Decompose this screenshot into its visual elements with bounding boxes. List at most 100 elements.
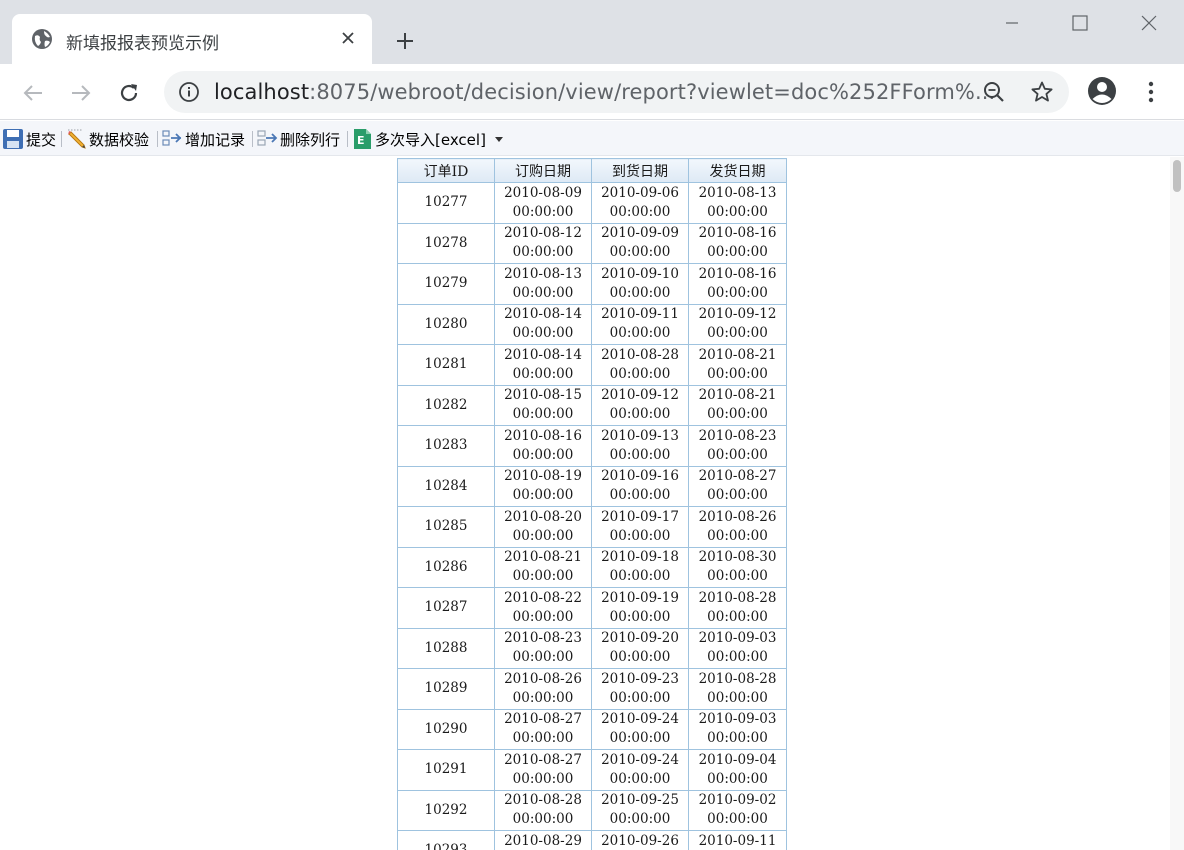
cell-arrival-date[interactable]: 2010-08-28 00:00:00: [591, 344, 689, 386]
cell-order-id[interactable]: 10286: [397, 546, 495, 588]
cell-order-id[interactable]: 10280: [397, 303, 495, 345]
cell-order-date[interactable]: 2010-08-22 00:00:00: [494, 587, 592, 629]
zoom-icon[interactable]: [982, 80, 1006, 104]
more-vert-icon[interactable]: [1140, 78, 1162, 106]
address-bar[interactable]: localhost:8075/webroot/decision/view/rep…: [164, 71, 1069, 113]
cell-order-id[interactable]: 10283: [397, 425, 495, 467]
cell-order-date[interactable]: 2010-08-21 00:00:00: [494, 546, 592, 588]
cell-arrival-date[interactable]: 2010-09-06 00:00:00: [591, 182, 689, 224]
cell-ship-date[interactable]: 2010-08-23 00:00:00: [688, 425, 787, 467]
cell-order-id[interactable]: 10285: [397, 506, 495, 548]
cell-order-id[interactable]: 10284: [397, 465, 495, 507]
cell-ship-date[interactable]: 2010-09-03 00:00:00: [688, 708, 787, 750]
cell-ship-date[interactable]: 2010-08-21 00:00:00: [688, 384, 787, 426]
back-arrow-icon[interactable]: [18, 78, 48, 108]
cell-ship-date[interactable]: 2010-08-28 00:00:00: [688, 668, 787, 710]
table-row: 10291 2010-08-27 00:00:00 2010-09-24 00:00:0…: [397, 749, 787, 791]
cell-order-id[interactable]: 10281: [397, 344, 495, 386]
profile-icon[interactable]: [1087, 76, 1117, 106]
cell-arrival-date[interactable]: 2010-09-23 00:00:00: [591, 668, 689, 710]
cell-time: 00:00:00: [609, 811, 671, 828]
star-icon[interactable]: [1030, 80, 1054, 104]
plus-icon[interactable]: [392, 28, 418, 54]
cell-ship-date[interactable]: 2010-08-13 00:00:00: [688, 182, 787, 224]
close-icon[interactable]: [337, 27, 359, 49]
cell-arrival-date[interactable]: 2010-09-11 00:00:00: [591, 303, 689, 345]
cell-arrival-date[interactable]: 2010-09-09 00:00:00: [591, 222, 689, 264]
cell-order-id[interactable]: 10293: [397, 830, 495, 850]
cell-order-date[interactable]: 2010-08-19 00:00:00: [494, 465, 592, 507]
cell-ship-date[interactable]: 2010-09-12 00:00:00: [688, 303, 787, 345]
cell-order-date[interactable]: 2010-08-09 00:00:00: [494, 182, 592, 224]
verify-button[interactable]: 数据校验: [65, 128, 149, 150]
table-row: 10283 2010-08-16 00:00:00 2010-09-13 00:00:0…: [397, 425, 787, 467]
cell-ship-date[interactable]: 2010-09-02 00:00:00: [688, 789, 787, 831]
cell-order-id[interactable]: 10290: [397, 708, 495, 750]
cell-ship-date[interactable]: 2010-08-21 00:00:00: [688, 344, 787, 386]
cell-order-date[interactable]: 2010-08-27 00:00:00: [494, 749, 592, 791]
cell-arrival-date[interactable]: 2010-09-20 00:00:00: [591, 627, 689, 669]
cell-order-date[interactable]: 2010-08-27 00:00:00: [494, 708, 592, 750]
submit-button[interactable]: 提交: [2, 128, 56, 150]
cell-order-date[interactable]: 2010-08-14 00:00:00: [494, 303, 592, 345]
add-record-button[interactable]: 增加记录: [161, 128, 245, 150]
cell-order-id[interactable]: 10291: [397, 749, 495, 791]
window-close-icon[interactable]: [1131, 8, 1167, 38]
cell-order-date[interactable]: 2010-08-16 00:00:00: [494, 425, 592, 467]
cell-ship-date[interactable]: 2010-08-16 00:00:00: [688, 263, 787, 305]
url-text[interactable]: localhost:8075/webroot/decision/view/rep…: [214, 80, 995, 104]
cell-order-id[interactable]: 10282: [397, 384, 495, 426]
cell-order-date[interactable]: 2010-08-26 00:00:00: [494, 668, 592, 710]
cell-ship-date[interactable]: 2010-08-16 00:00:00: [688, 222, 787, 264]
cell-ship-date[interactable]: 2010-08-30 00:00:00: [688, 546, 787, 588]
cell-ship-date[interactable]: 2010-08-27 00:00:00: [688, 465, 787, 507]
maximize-icon[interactable]: [1062, 8, 1098, 38]
cell-ship-date[interactable]: 2010-09-04 00:00:00: [688, 749, 787, 791]
cell-arrival-date[interactable]: 2010-09-13 00:00:00: [591, 425, 689, 467]
cell-order-id[interactable]: 10287: [397, 587, 495, 629]
cell-order-id[interactable]: 10288: [397, 627, 495, 669]
cell-order-date[interactable]: 2010-08-23 00:00:00: [494, 627, 592, 669]
vertical-scrollbar[interactable]: [1170, 157, 1184, 850]
delete-row-button[interactable]: 删除列行: [256, 128, 340, 150]
cell-date: 2010-08-28: [698, 589, 777, 606]
cell-arrival-date[interactable]: 2010-09-12 00:00:00: [591, 384, 689, 426]
cell-arrival-date[interactable]: 2010-09-16 00:00:00: [591, 465, 689, 507]
cell-ship-date[interactable]: 2010-09-1100:00:00: [688, 830, 787, 850]
cell-order-id[interactable]: 10278: [397, 222, 495, 264]
cell-date: 2010-09-16: [601, 468, 679, 485]
cell-order-date[interactable]: 2010-08-12 00:00:00: [494, 222, 592, 264]
cell-order-id[interactable]: 10289: [397, 668, 495, 710]
cell-time: 00:00:00: [609, 284, 671, 301]
import-excel-button[interactable]: E 多次导入[excel]: [351, 128, 508, 150]
dropdown-arrow-icon[interactable]: [492, 132, 506, 146]
cell-order-id[interactable]: 10279: [397, 263, 495, 305]
reload-icon[interactable]: [114, 78, 144, 108]
cell-arrival-date[interactable]: 2010-09-24 00:00:00: [591, 749, 689, 791]
cell-arrival-date[interactable]: 2010-09-2600:00:00: [591, 830, 689, 850]
minimize-icon[interactable]: [994, 8, 1030, 38]
cell-order-id[interactable]: 10277: [397, 182, 495, 224]
cell-arrival-date[interactable]: 2010-09-18 00:00:00: [591, 546, 689, 588]
cell-order-date[interactable]: 2010-08-13 00:00:00: [494, 263, 592, 305]
cell-order-date[interactable]: 2010-08-28 00:00:00: [494, 789, 592, 831]
cell-order-date[interactable]: 2010-08-2900:00:00: [494, 830, 592, 850]
cell-time: 00:00:00: [707, 568, 768, 585]
info-icon[interactable]: [178, 81, 200, 103]
cell-order-id[interactable]: 10292: [397, 789, 495, 831]
browser-tab[interactable]: 新填报报表预览示例: [12, 14, 372, 64]
cell-arrival-date[interactable]: 2010-09-24 00:00:00: [591, 708, 689, 750]
cell-date: 2010-09-26: [601, 832, 679, 849]
forward-arrow-icon[interactable]: [66, 78, 96, 108]
cell-arrival-date[interactable]: 2010-09-25 00:00:00: [591, 789, 689, 831]
cell-arrival-date[interactable]: 2010-09-10 00:00:00: [591, 263, 689, 305]
cell-arrival-date[interactable]: 2010-09-19 00:00:00: [591, 587, 689, 629]
cell-order-date[interactable]: 2010-08-14 00:00:00: [494, 344, 592, 386]
scrollbar-thumb[interactable]: [1173, 160, 1181, 192]
cell-ship-date[interactable]: 2010-09-03 00:00:00: [688, 627, 787, 669]
cell-order-date[interactable]: 2010-08-20 00:00:00: [494, 506, 592, 548]
cell-ship-date[interactable]: 2010-08-28 00:00:00: [688, 587, 787, 629]
cell-ship-date[interactable]: 2010-08-26 00:00:00: [688, 506, 787, 548]
cell-arrival-date[interactable]: 2010-09-17 00:00:00: [591, 506, 689, 548]
cell-order-date[interactable]: 2010-08-15 00:00:00: [494, 384, 592, 426]
